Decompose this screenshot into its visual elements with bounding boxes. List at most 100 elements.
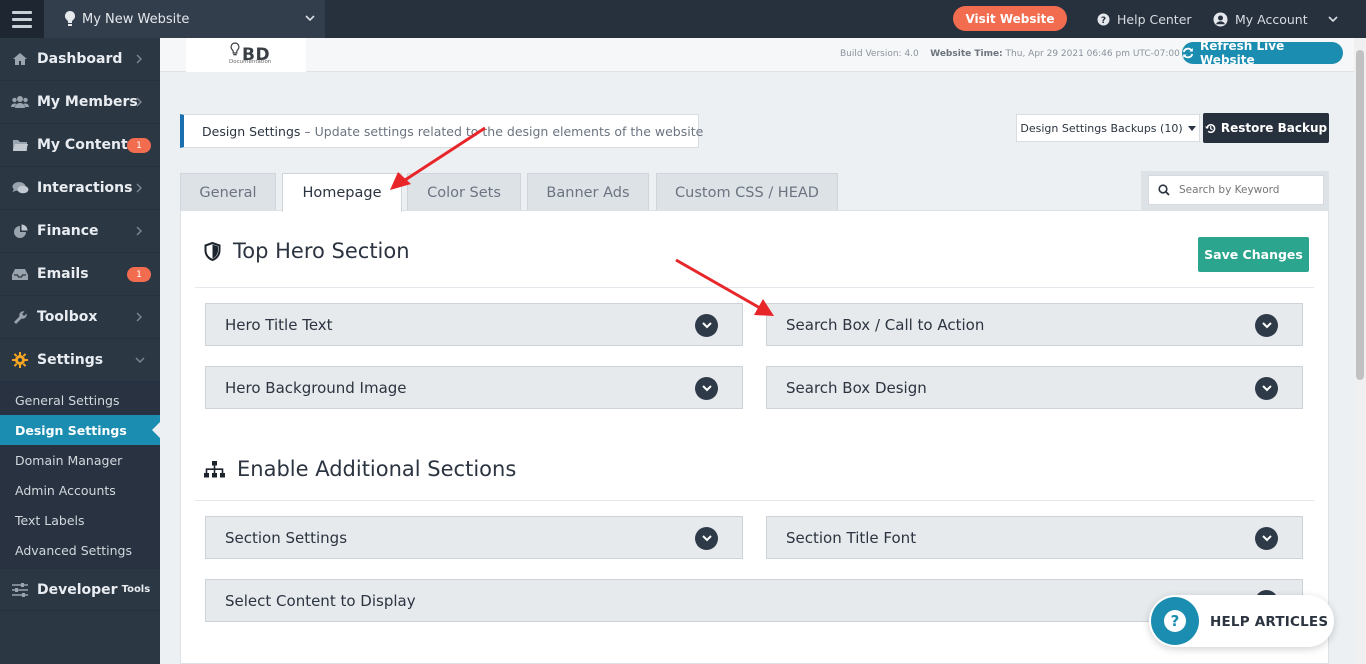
website-time-label: Website Time: xyxy=(930,49,1003,59)
restore-label: Restore Backup xyxy=(1220,121,1328,135)
sidebar-subitem-domain-manager[interactable]: Domain Manager xyxy=(0,445,160,475)
backups-dropdown[interactable]: Design Settings Backups (10) xyxy=(1016,114,1200,142)
sidebar-item-label: Interactions xyxy=(37,180,133,196)
history-icon xyxy=(1204,123,1216,133)
tab-custom-css-head[interactable]: Custom CSS / HEAD xyxy=(656,173,838,211)
sidebar-item-label: Toolbox xyxy=(37,309,98,325)
sidebar-item-interactions[interactable]: Interactions xyxy=(0,167,160,210)
accordion-section-title-font[interactable]: Section Title Font xyxy=(766,516,1303,559)
accordion-section-settings[interactable]: Section Settings xyxy=(205,516,743,559)
sidebar-subitem-admin-accounts[interactable]: Admin Accounts xyxy=(0,475,160,505)
sidebar-item-settings[interactable]: Settings xyxy=(0,339,160,382)
divider xyxy=(195,500,1314,501)
sidebar-item-label: Settings xyxy=(37,352,104,368)
chevron-down-icon xyxy=(695,527,718,550)
build-version: Build Version: 4.0 xyxy=(840,49,919,59)
help-center-label: Help Center xyxy=(1117,11,1192,27)
accordion-label: Select Content to Display xyxy=(225,591,416,610)
help-articles-button[interactable]: ? HELP ARTICLES xyxy=(1149,595,1334,647)
chevron-down-icon[interactable] xyxy=(1328,14,1338,24)
sidebar-item-label: My Members xyxy=(37,94,138,110)
page-title: Design Settings xyxy=(202,123,301,139)
settings-submenu: General Settings Design Settings Domain … xyxy=(0,382,160,568)
menu-toggle-button[interactable] xyxy=(0,0,44,38)
refresh-icon xyxy=(1182,47,1194,59)
chevron-right-icon xyxy=(136,183,142,193)
search-field[interactable] xyxy=(1148,175,1324,205)
accordion-search-box-design[interactable]: Search Box Design xyxy=(766,366,1303,409)
search-input[interactable] xyxy=(1179,184,1309,196)
visit-website-button[interactable]: Visit Website xyxy=(953,6,1067,31)
notification-badge: 1 xyxy=(127,267,151,282)
tab-banner-ads[interactable]: Banner Ads xyxy=(527,173,649,211)
scrollbar-thumb[interactable] xyxy=(1356,50,1364,380)
website-time: Thu, Apr 29 2021 06:46 pm UTC-07:00 xyxy=(1005,49,1180,59)
sidebar-item-suffix: Tools xyxy=(121,584,151,595)
accordion-hero-title-text[interactable]: Hero Title Text xyxy=(205,303,743,346)
sidebar-subitem-advanced-settings[interactable]: Advanced Settings xyxy=(0,535,160,565)
gear-icon xyxy=(11,352,29,368)
site-name: My New Website xyxy=(82,11,190,27)
sidebar-subitem-design-settings[interactable]: Design Settings xyxy=(0,415,160,445)
sidebar-item-emails[interactable]: Emails 1 xyxy=(0,253,160,296)
tab-general[interactable]: General xyxy=(180,173,276,211)
section-title: Enable Additional Sections xyxy=(237,457,517,481)
pie-chart-icon xyxy=(11,223,29,239)
sidebar-item-label: Finance xyxy=(37,223,99,239)
chevron-down-icon xyxy=(1255,527,1278,550)
sidebar-item-finance[interactable]: Finance xyxy=(0,210,160,253)
accordion-label: Search Box Design xyxy=(786,378,927,397)
sidebar-item-content[interactable]: My Content 1 xyxy=(0,124,160,167)
chevron-down-icon xyxy=(135,357,145,363)
users-icon xyxy=(11,94,29,110)
chevron-right-icon xyxy=(136,54,142,64)
sidebar-item-members[interactable]: My Members xyxy=(0,81,160,124)
save-changes-button[interactable]: Save Changes xyxy=(1198,237,1309,272)
accordion-select-content-to-display[interactable]: Select Content to Display xyxy=(205,579,1303,622)
shield-icon xyxy=(204,241,221,261)
search-icon xyxy=(1158,184,1170,196)
chevron-down-icon xyxy=(305,15,315,22)
svg-text:?: ? xyxy=(1101,16,1106,26)
accordion-search-box-call-to-action[interactable]: Search Box / Call to Action xyxy=(766,303,1303,346)
chevron-right-icon xyxy=(136,312,142,322)
logo[interactable]: BD Documentation xyxy=(186,38,306,72)
hero-section-heading: Top Hero Section xyxy=(204,239,410,263)
sidebar-item-label: Dashboard xyxy=(37,51,123,67)
additional-sections-heading: Enable Additional Sections xyxy=(204,457,516,481)
help-center-link[interactable]: ? Help Center xyxy=(1097,0,1192,38)
site-switcher[interactable]: My New Website xyxy=(44,0,325,38)
keyword-search xyxy=(1141,171,1329,211)
tab-homepage[interactable]: Homepage xyxy=(282,173,402,212)
accordion-hero-background-image[interactable]: Hero Background Image xyxy=(205,366,743,409)
page-scrollbar[interactable] xyxy=(1354,38,1366,664)
sidebar-item-label: Developer xyxy=(37,581,118,598)
restore-backup-button[interactable]: Restore Backup xyxy=(1203,113,1329,143)
chevron-down-icon xyxy=(695,377,718,400)
chevron-down-icon xyxy=(695,314,718,337)
sliders-icon xyxy=(11,582,29,598)
caret-down-icon xyxy=(1187,125,1196,131)
sidebar-item-developer-tools[interactable]: Developer Tools xyxy=(0,568,160,611)
question-circle-icon: ? xyxy=(1097,13,1110,26)
refresh-label: Refresh Live Website xyxy=(1200,39,1285,67)
my-account-label: My Account xyxy=(1235,11,1308,27)
accordion-label: Section Title Font xyxy=(786,528,917,547)
sidebar-subitem-text-labels[interactable]: Text Labels xyxy=(0,505,160,535)
sidebar-item-toolbox[interactable]: Toolbox xyxy=(0,296,160,339)
sidebar-item-dashboard[interactable]: Dashboard xyxy=(0,38,160,81)
inbox-icon xyxy=(11,266,29,282)
notification-badge: 1 xyxy=(127,138,151,153)
sidebar-subitem-general-settings[interactable]: General Settings xyxy=(0,385,160,415)
my-account-link[interactable]: My Account xyxy=(1213,0,1308,38)
chevron-right-icon xyxy=(136,97,142,107)
accordion-label: Hero Background Image xyxy=(225,378,407,397)
header-strip: BD Documentation Build Version: 4.0 Webs… xyxy=(160,38,1366,72)
chevron-down-icon xyxy=(1255,314,1278,337)
comments-icon xyxy=(11,180,29,196)
tab-color-sets[interactable]: Color Sets xyxy=(407,173,521,211)
refresh-live-website-button[interactable]: Refresh Live Website xyxy=(1182,39,1343,67)
sidebar: Dashboard My Members My Content 1 Intera… xyxy=(0,38,160,664)
logo-subtitle: Documentation xyxy=(229,59,272,65)
top-bar: My New Website Visit Website ? Help Cent… xyxy=(0,0,1366,38)
